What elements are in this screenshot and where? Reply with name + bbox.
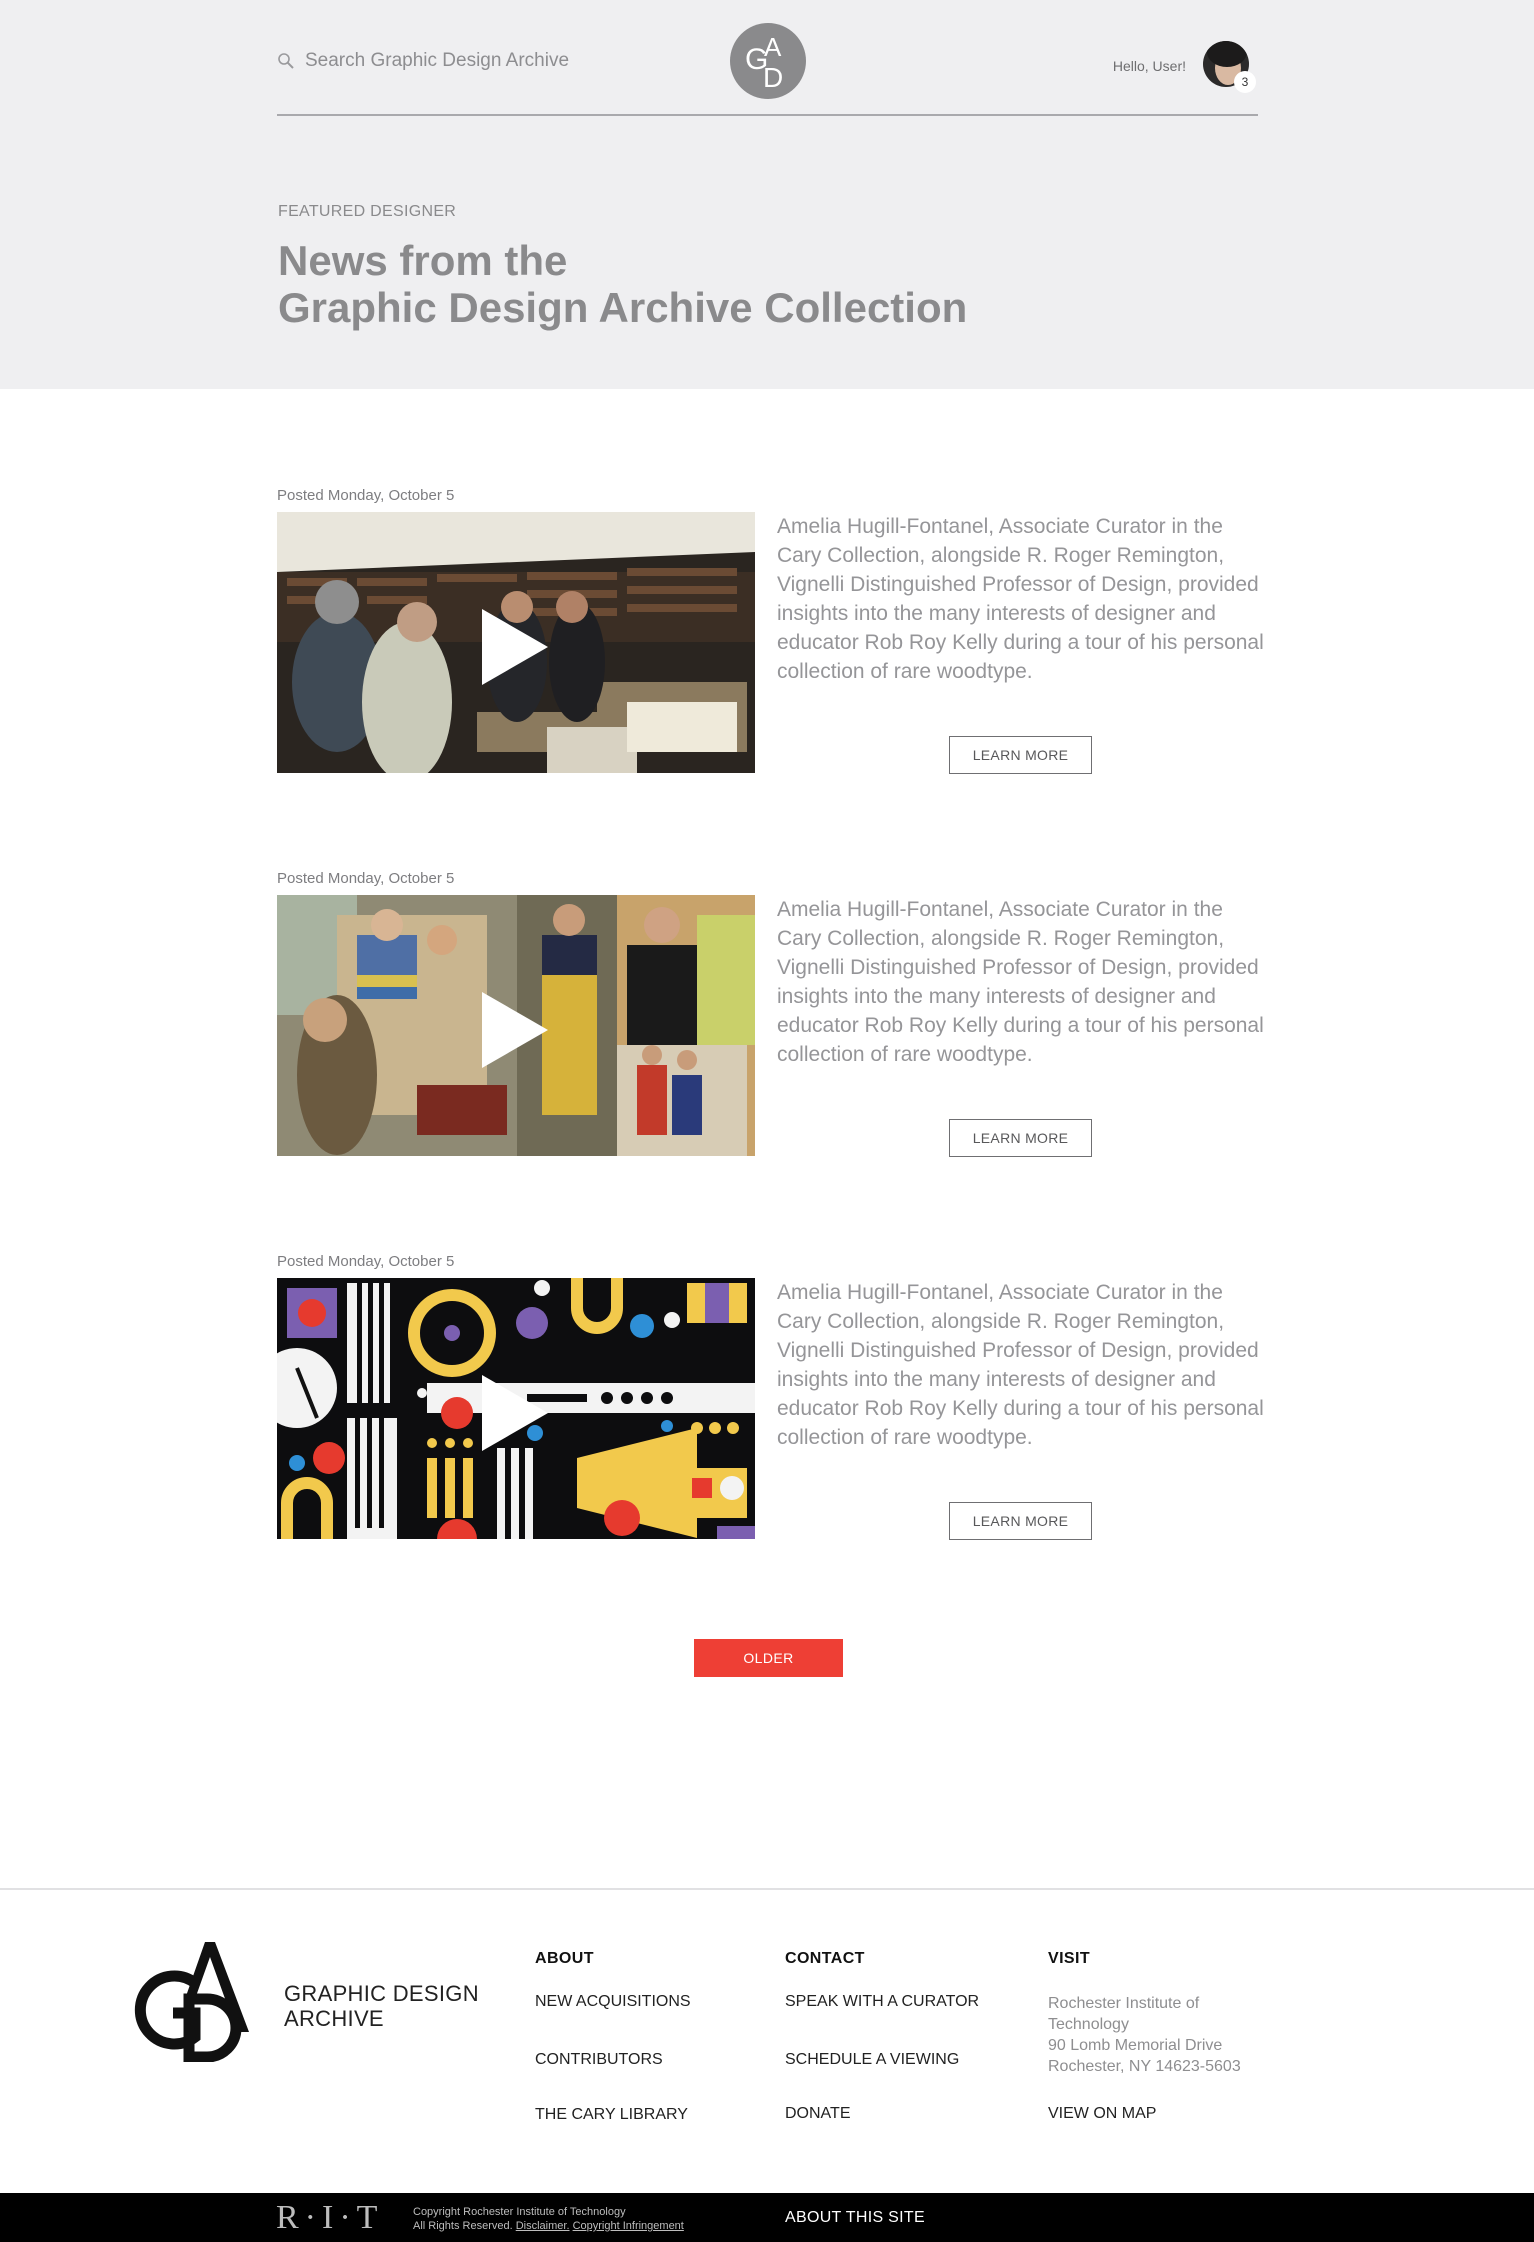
copyright-notice: Copyright Rochester Institute of Technol… [413,2205,684,2233]
disclaimer-link[interactable]: Disclaimer. [516,2220,570,2232]
footer-about-heading: ABOUT [535,1950,594,1967]
copyright-rights: All Rights Reserved. [413,2220,513,2232]
footer-brand-name: GRAPHIC DESIGN ARCHIVE [284,1981,479,2031]
copyright-line2: All Rights Reserved. Disclaimer. Copyrig… [413,2219,684,2233]
video-thumbnail-fashion-collage[interactable] [277,895,755,1156]
gad-logo-icon: G A D [745,32,783,93]
news-post: Posted Monday, October 5 Amelia Hugill-F… [277,1253,1264,1553]
bottom-bar: R·I·T Copyright Rochester Institute of T… [0,2193,1534,2242]
page-title: News from the Graphic Design Archive Col… [278,237,1178,331]
svg-text:A: A [764,32,782,62]
footer-contact-column: CONTACT SPEAK WITH A CURATOR SCHEDULE A … [785,1950,979,2122]
hero-section: Search Graphic Design Archive G A D Hell… [0,0,1534,389]
user-greeting: Hello, User! [1112,58,1186,74]
post-body: Amelia Hugill-Fontanel, Associate Curato… [777,515,1264,683]
svg-text:D: D [763,62,783,93]
search-placeholder: Search Graphic Design Archive [305,50,570,71]
footer-link-new-acquisitions[interactable]: NEW ACQUISITIONS [535,1993,691,2011]
address-line: Rochester, NY 14623-5603 [1048,2058,1241,2075]
play-icon [482,992,548,1068]
post-body: Amelia Hugill-Fontanel, Associate Curato… [777,898,1264,1066]
avatar-hair [1207,41,1247,67]
play-icon [482,609,548,685]
older-posts-button[interactable]: OLDER [694,1639,843,1677]
video-thumbnail-music-poster[interactable] [277,1278,755,1539]
learn-more-button[interactable]: LEARN MORE [949,1502,1092,1540]
address-line: 90 Lomb Memorial Drive [1048,2037,1223,2054]
footer-gad-logo[interactable] [133,1937,253,2067]
footer-address: Rochester Institute of Technology 90 Lom… [1048,1993,1268,2077]
page-title-line1: News from the [278,237,568,284]
post-body: Amelia Hugill-Fontanel, Associate Curato… [777,1281,1264,1449]
post-date: Posted Monday, October 5 [277,487,455,504]
footer-visit-heading: VISIT [1048,1950,1091,1967]
copyright-line1: Copyright Rochester Institute of Technol… [413,2206,626,2218]
learn-more-button[interactable]: LEARN MORE [949,736,1092,774]
learn-more-button[interactable]: LEARN MORE [949,1119,1092,1157]
footer-link-view-map[interactable]: VIEW ON MAP [1048,2105,1156,2123]
footer-link-schedule-viewing[interactable]: SCHEDULE A VIEWING [785,2051,959,2069]
footer-divider [0,1888,1534,1890]
top-bar: Search Graphic Design Archive G A D Hell… [277,0,1258,116]
news-post: Posted Monday, October 5 Amelia Hugill-F… [277,870,1264,1170]
footer-link-contributors[interactable]: CONTRIBUTORS [535,2051,663,2069]
footer-visit-column: VISIT Rochester Institute of Technology … [1048,1950,1241,2122]
footer-link-cary-library[interactable]: THE CARY LIBRARY [535,2106,688,2124]
play-icon [482,1375,548,1451]
footer-about-column: ABOUT NEW ACQUISITIONS CONTRIBUTORS THE … [535,1950,691,2123]
copyright-infringement-link[interactable]: Copyright Infringement [573,2220,684,2232]
gad-logo-icon [134,1942,249,2063]
footer-link-speak-curator[interactable]: SPEAK WITH A CURATOR [785,1993,979,2011]
video-thumbnail-library-tour[interactable] [277,512,755,773]
footer-brand-line1: GRAPHIC DESIGN [284,1981,479,2006]
address-line: Technology [1048,2016,1129,2033]
about-this-site-link[interactable]: ABOUT THIS SITE [785,2209,925,2227]
search-input[interactable]: Search Graphic Design Archive [277,50,569,72]
rit-logo[interactable]: R·I·T [276,2199,383,2237]
post-date: Posted Monday, October 5 [277,1253,455,1270]
featured-label: FEATURED DESIGNER [278,203,457,220]
footer-link-donate[interactable]: DONATE [785,2105,850,2123]
footer-brand-line2: ARCHIVE [284,2006,384,2031]
search-icon [277,52,295,70]
notification-badge[interactable]: 3 [1234,71,1256,93]
news-post: Posted Monday, October 5 Amelia Hugill-F… [277,487,1264,787]
post-date: Posted Monday, October 5 [277,870,455,887]
page-title-line2: Graphic Design Archive Collection [278,284,968,331]
gad-logo[interactable]: G A D [730,23,806,99]
footer-contact-heading: CONTACT [785,1950,865,1967]
address-line: Rochester Institute of [1048,1995,1200,2012]
